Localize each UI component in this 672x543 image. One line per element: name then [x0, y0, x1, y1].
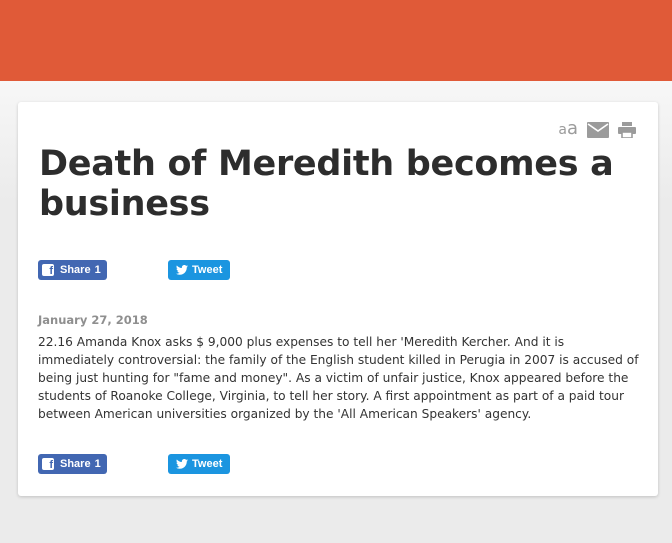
facebook-share-count: 1	[94, 264, 101, 276]
facebook-share-label: Share	[60, 264, 91, 276]
print-icon[interactable]	[618, 121, 636, 138]
site-header-bar	[0, 0, 672, 81]
article-date: January 27, 2018	[38, 313, 148, 327]
facebook-share-button[interactable]: f Share 1	[38, 260, 107, 280]
twitter-tweet-label: Tweet	[192, 458, 223, 470]
facebook-icon: f	[42, 458, 54, 471]
article-tools: aa	[558, 119, 636, 140]
facebook-icon: f	[42, 264, 54, 277]
facebook-share-button[interactable]: f Share 1	[38, 454, 107, 474]
twitter-tweet-label: Tweet	[192, 264, 223, 276]
mail-icon[interactable]	[587, 121, 609, 138]
article-card: aa Death of Meredith becomes a business …	[18, 102, 658, 496]
twitter-tweet-button[interactable]: Tweet	[168, 454, 230, 474]
twitter-bird-icon	[176, 459, 188, 469]
font-size-icon[interactable]: aa	[558, 119, 578, 140]
article-body: 22.16 Amanda Knox asks $ 9,000 plus expe…	[38, 335, 639, 421]
facebook-share-label: Share	[60, 458, 91, 470]
twitter-tweet-button[interactable]: Tweet	[168, 260, 230, 280]
article-title: Death of Meredith becomes a business	[39, 144, 614, 224]
facebook-share-count: 1	[94, 458, 101, 470]
twitter-bird-icon	[176, 265, 188, 275]
